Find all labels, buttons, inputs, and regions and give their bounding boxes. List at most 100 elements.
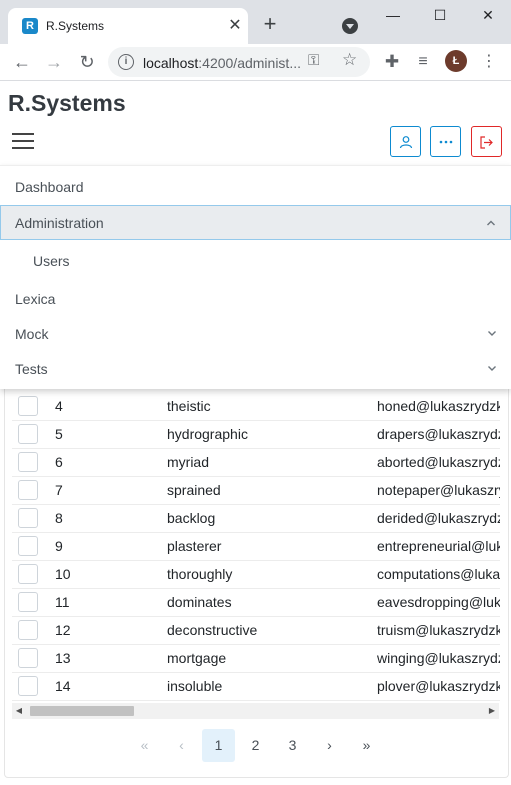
key-icon[interactable]: ⚿ [308, 52, 319, 69]
row-checkbox[interactable] [18, 452, 38, 472]
media-queue-icon[interactable]: ≡ [412, 51, 434, 73]
chevron-up-icon [487, 220, 495, 226]
table-row[interactable]: 7 sprained notepaper@lukaszrydzkowski.pl [12, 476, 500, 505]
row-checkbox[interactable] [18, 564, 38, 584]
table-row[interactable]: 12 deconstructive truism@lukaszrydzkowski.… [12, 616, 500, 645]
row-checkbox[interactable] [18, 424, 38, 444]
cell-id: 13 [55, 650, 71, 666]
cell-email: honed@lukaszrydzkowski.pl [377, 398, 500, 414]
tab-title: R.Systems [46, 19, 105, 33]
row-checkbox[interactable] [18, 536, 38, 556]
cell-email: winging@lukaszrydzkowski.pl [377, 650, 500, 666]
logout-button[interactable] [471, 126, 502, 157]
row-checkbox[interactable] [18, 620, 38, 640]
cell-name: plasterer [167, 538, 222, 554]
url-text[interactable]: localhost:4200/administ... [143, 55, 301, 71]
window-close-icon[interactable]: ✕ [477, 4, 499, 26]
table-row[interactable]: 10 thoroughly computations@lukaszrydzkowsk… [12, 560, 500, 589]
address-bar[interactable]: i localhost:4200/administ... ⚿ ☆ [108, 47, 370, 77]
profile-avatar[interactable]: Ł [445, 50, 467, 72]
cell-id: 6 [55, 454, 63, 470]
cell-name: deconstructive [167, 622, 258, 638]
back-icon[interactable]: ← [11, 51, 33, 73]
cell-id: 12 [55, 622, 71, 638]
tab-close-icon[interactable]: ✕ [226, 17, 244, 35]
bookmark-star-icon[interactable]: ☆ [342, 50, 357, 70]
cell-email: plover@lukaszrydzkowski.pl [377, 678, 500, 694]
table-row[interactable]: 6 myriad aborted@lukaszrydzkowski.pl [12, 448, 500, 477]
menu-item-dashboard[interactable]: Dashboard [0, 169, 511, 204]
minimize-icon[interactable]: — [382, 4, 404, 26]
menu-item-label: Lexica [15, 291, 56, 307]
extensions-icon[interactable]: ✚ [381, 51, 403, 73]
menu-item-mock[interactable]: Mock [0, 316, 511, 351]
page-2-button[interactable]: 2 [239, 729, 272, 762]
cell-email: aborted@lukaszrydzkowski.pl [377, 454, 500, 470]
row-checkbox[interactable] [18, 396, 38, 416]
cell-email: drapers@lukaszrydzkowski.pl [377, 426, 500, 442]
table-row[interactable]: 4 theistic honed@lukaszrydzkowski.pl [12, 392, 500, 421]
forward-icon[interactable]: → [43, 51, 65, 73]
row-checkbox[interactable] [18, 648, 38, 668]
row-checkbox[interactable] [18, 480, 38, 500]
cell-id: 5 [55, 426, 63, 442]
menu-item-administration[interactable]: Administration [0, 205, 511, 240]
row-checkbox[interactable] [18, 676, 38, 696]
cell-id: 8 [55, 510, 63, 526]
cell-id: 9 [55, 538, 63, 554]
browser-tab[interactable]: R R.Systems ✕ [8, 8, 248, 44]
table-horizontal-scrollbar[interactable]: ◀ ▶ [12, 703, 499, 719]
menu-item-tests[interactable]: Tests [0, 351, 511, 386]
user-icon [399, 136, 412, 149]
cell-id: 7 [55, 482, 63, 498]
reload-icon[interactable]: ↻ [76, 51, 98, 73]
tab-search-icon[interactable] [342, 18, 358, 34]
page-1-button[interactable]: 1 [202, 729, 235, 762]
new-tab-icon[interactable]: + [259, 13, 281, 35]
menu-item-label: Administration [15, 215, 104, 231]
menu-item-users[interactable]: Users [0, 243, 511, 278]
cell-id: 11 [55, 594, 70, 610]
cell-id: 4 [55, 398, 63, 414]
previous-page-button[interactable]: ‹ [165, 729, 198, 762]
cell-name: mortgage [167, 650, 227, 666]
cell-email: notepaper@lukaszrydzkowski.pl [377, 482, 500, 498]
scrollbar-thumb[interactable] [30, 706, 134, 716]
cell-email: eavesdropping@lukaszrydzkowski.pl [377, 594, 500, 610]
table-row[interactable]: 11 dominates eavesdropping@lukaszrydzkowsk… [12, 588, 500, 617]
cell-email: derided@lukaszrydzkowski.pl [377, 510, 500, 526]
hamburger-menu-icon[interactable] [12, 132, 34, 150]
cell-email: truism@lukaszrydzkowski.pl [377, 622, 500, 638]
scroll-left-icon[interactable]: ◀ [12, 703, 26, 719]
cell-email: entrepreneurial@lukaszrydzkowski.pl [377, 538, 500, 554]
sidebar-menu: Dashboard Administration Users Lexica Mo… [0, 165, 511, 389]
user-profile-button[interactable] [390, 126, 421, 157]
table-row[interactable]: 5 hydrographic drapers@lukaszrydzkowski.pl [12, 420, 500, 449]
pagination: « ‹ 1 2 3 › » [0, 729, 511, 763]
next-page-button[interactable]: › [313, 729, 346, 762]
maximize-icon[interactable]: ☐ [429, 4, 451, 26]
table-row[interactable]: 8 backlog derided@lukaszrydzkowski.pl [12, 504, 500, 533]
app-brand[interactable]: R.Systems [8, 90, 126, 117]
row-checkbox[interactable] [18, 592, 38, 612]
logout-icon [480, 135, 493, 149]
cell-email: computations@lukaszrydzkowski.pl [377, 566, 500, 582]
row-checkbox[interactable] [18, 508, 38, 528]
browser-menu-icon[interactable]: ⋮ [478, 51, 500, 73]
cell-name: thoroughly [167, 566, 233, 582]
site-info-icon[interactable]: i [118, 54, 134, 70]
menu-item-lexica[interactable]: Lexica [0, 281, 511, 316]
last-page-button[interactable]: » [350, 729, 383, 762]
browser-toolbar: ← → ↻ i localhost:4200/administ... ⚿ ☆ ✚… [0, 44, 511, 81]
page-3-button[interactable]: 3 [276, 729, 309, 762]
scroll-right-icon[interactable]: ▶ [485, 703, 499, 719]
table-row[interactable]: 14 insoluble plover@lukaszrydzkowski.pl [12, 672, 500, 701]
menu-item-label: Tests [15, 361, 48, 377]
first-page-button[interactable]: « [128, 729, 161, 762]
table-row[interactable]: 9 plasterer entrepreneurial@lukaszrydzkows… [12, 532, 500, 561]
more-options-button[interactable] [430, 126, 461, 157]
menu-item-label: Mock [15, 326, 49, 342]
table-row[interactable]: 13 mortgage winging@lukaszrydzkowski.pl [12, 644, 500, 673]
cell-name: backlog [167, 510, 216, 526]
chevron-down-icon [488, 366, 496, 371]
